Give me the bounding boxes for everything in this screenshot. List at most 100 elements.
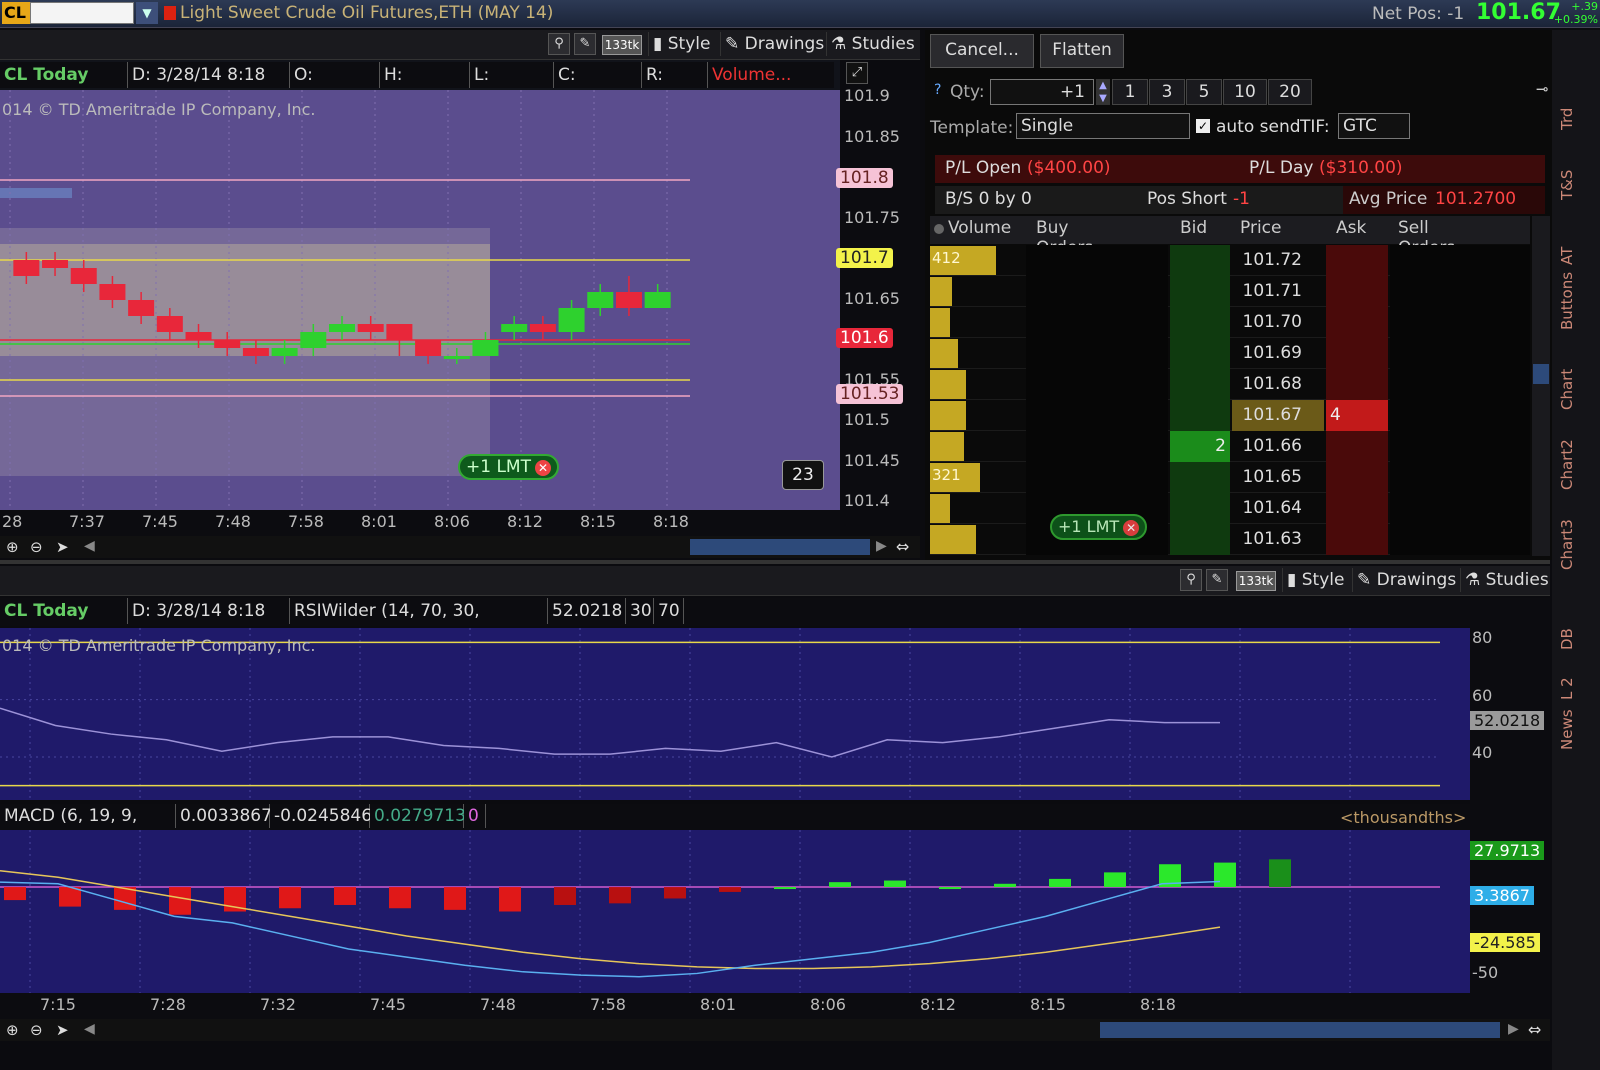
qty-preset-button[interactable]: 1 <box>1112 79 1148 105</box>
symbol-badge[interactable]: CL <box>2 2 30 24</box>
sell-orders-cell[interactable] <box>1390 400 1530 431</box>
sell-orders-cell[interactable] <box>1390 245 1530 276</box>
ladder-col-header[interactable]: Volume <box>948 218 1011 238</box>
macd-study-name[interactable]: MACD (6, 19, 9, EMA) <box>0 804 176 850</box>
tif-select[interactable]: GTC <box>1338 113 1410 139</box>
qty-preset-button[interactable]: 5 <box>1186 79 1222 105</box>
side-tab[interactable]: Chart2 <box>1558 439 1576 490</box>
rsi-study-name[interactable]: RSIWilder (14, 70, 30, CLOSE) <box>290 598 548 647</box>
style-menu-2[interactable]: ▮ Style <box>1282 568 1344 592</box>
working-order-label[interactable]: +1 LMT ✕ <box>458 454 559 480</box>
macd-chart[interactable] <box>0 830 1470 993</box>
side-tab[interactable]: T&S <box>1558 170 1576 200</box>
pointer-icon[interactable]: ➤ <box>56 538 69 556</box>
buy-orders-cell[interactable] <box>1026 276 1168 307</box>
fit-icon[interactable]: ⇔ <box>896 537 909 556</box>
auto-send-checkbox[interactable]: ✓ <box>1196 119 1210 133</box>
bid-cell[interactable] <box>1170 276 1230 307</box>
ladder-scroll-thumb[interactable] <box>1533 364 1549 384</box>
bid-cell[interactable] <box>1170 493 1230 524</box>
sell-orders-cell[interactable] <box>1390 276 1530 307</box>
bid-cell[interactable] <box>1170 524 1230 555</box>
zoom-in-icon[interactable]: ⊕ <box>6 538 19 556</box>
scroll-right-icon-2[interactable]: ▶ <box>1508 1021 1519 1037</box>
ask-cell[interactable]: 4 <box>1326 400 1388 431</box>
studies-menu-2[interactable]: ⚗ Studies <box>1460 568 1549 592</box>
bid-cell[interactable] <box>1170 307 1230 338</box>
side-tab[interactable]: Chart <box>1558 369 1576 410</box>
volume-link[interactable]: Volume... <box>708 62 834 88</box>
scroll-right-icon[interactable]: ▶ <box>876 538 887 554</box>
ladder-scrollbar[interactable] <box>1532 216 1550 556</box>
buy-orders-cell[interactable] <box>1026 400 1168 431</box>
lower-chart-scrollbar[interactable]: ⊕ ⊖ ➤ ◀ ▶ ⇔ <box>0 1019 1550 1041</box>
scroll-left-icon[interactable]: ◀ <box>84 538 95 554</box>
splitter[interactable] <box>0 560 1550 564</box>
qty-preset-button[interactable]: 3 <box>1149 79 1185 105</box>
bid-cell[interactable] <box>1170 462 1230 493</box>
qty-input[interactable]: +1 <box>990 79 1094 105</box>
buy-orders-cell[interactable] <box>1026 431 1168 462</box>
buy-orders-cell[interactable] <box>1026 245 1168 276</box>
sell-orders-cell[interactable] <box>1390 307 1530 338</box>
rsi-chart[interactable]: 014 © TD Ameritrade IP Company, Inc. <box>0 628 1470 800</box>
side-tab[interactable]: Buttons <box>1558 272 1576 330</box>
flatten-button[interactable]: Flatten <box>1040 34 1124 68</box>
ask-cell[interactable] <box>1326 524 1388 555</box>
zoom-out-icon[interactable]: ⊖ <box>30 538 43 556</box>
ask-cell[interactable] <box>1326 245 1388 276</box>
help-icon[interactable]: ? <box>934 82 941 98</box>
studies-menu[interactable]: ⚗ Studies <box>826 32 915 56</box>
ask-cell[interactable] <box>1326 276 1388 307</box>
buy-orders-cell[interactable] <box>1026 338 1168 369</box>
ladder-col-header[interactable]: Price <box>1240 218 1281 238</box>
bid-cell[interactable]: 2 <box>1170 431 1230 462</box>
pointer-icon-2[interactable]: ➤ <box>56 1021 69 1039</box>
drawings-menu[interactable]: ✎ Drawings <box>720 32 824 56</box>
qty-spinner[interactable]: ▲ ▼ <box>1096 79 1110 105</box>
ask-cell[interactable] <box>1326 462 1388 493</box>
ask-cell[interactable] <box>1326 493 1388 524</box>
sell-orders-cell[interactable] <box>1390 369 1530 400</box>
sell-orders-cell[interactable] <box>1390 431 1530 462</box>
symbol-input[interactable] <box>30 2 134 24</box>
template-select[interactable]: Single <box>1016 113 1190 139</box>
chart-expand-icon[interactable]: ⤢ <box>846 62 868 84</box>
wrench-icon-2[interactable]: ✎ <box>1206 569 1228 591</box>
magnet-icon[interactable]: ⚲ <box>548 33 570 55</box>
ask-cell[interactable] <box>1326 338 1388 369</box>
drawings-menu-2[interactable]: ✎ Drawings <box>1352 568 1456 592</box>
fit-icon-2[interactable]: ⇔ <box>1528 1020 1541 1039</box>
side-tab[interactable]: L 2 <box>1558 677 1576 700</box>
scroll-left-icon-2[interactable]: ◀ <box>84 1021 95 1037</box>
symbol-dropdown-button[interactable]: ▼ <box>136 2 158 24</box>
bid-cell[interactable] <box>1170 245 1230 276</box>
price-chart[interactable]: 014 © TD Ameritrade IP Company, Inc. +1 … <box>0 90 840 510</box>
qty-preset-button[interactable]: 10 <box>1223 79 1267 105</box>
pin-icon[interactable]: ⊸ <box>1536 80 1549 98</box>
magnet-icon-2[interactable]: ⚲ <box>1180 569 1202 591</box>
bid-cell[interactable] <box>1170 400 1230 431</box>
buy-orders-cell[interactable] <box>1026 462 1168 493</box>
ask-cell[interactable] <box>1326 307 1388 338</box>
tick-aggregation-button[interactable]: 133tk <box>602 35 642 55</box>
buy-orders-cell[interactable] <box>1026 369 1168 400</box>
sell-orders-cell[interactable] <box>1390 524 1530 555</box>
tick-aggregation-button-2[interactable]: 133tk <box>1236 571 1276 591</box>
sell-orders-cell[interactable] <box>1390 493 1530 524</box>
ask-cell[interactable] <box>1326 369 1388 400</box>
qty-preset-button[interactable]: 20 <box>1268 79 1312 105</box>
style-menu[interactable]: ▮ Style <box>648 32 710 56</box>
buy-orders-cell[interactable] <box>1026 307 1168 338</box>
sell-orders-cell[interactable] <box>1390 338 1530 369</box>
bid-cell[interactable] <box>1170 338 1230 369</box>
zoom-out-icon-2[interactable]: ⊖ <box>30 1021 43 1039</box>
side-tab[interactable]: AT <box>1558 247 1576 265</box>
cancel-button[interactable]: Cancel... <box>930 34 1034 68</box>
chart-scrollbar[interactable]: ⊕ ⊖ ➤ ◀ ▶ ⇔ <box>0 536 920 558</box>
side-tab[interactable]: News <box>1558 709 1576 750</box>
scroll-thumb[interactable] <box>690 539 870 555</box>
ladder-working-order[interactable]: +1 LMT ✕ <box>1050 514 1148 540</box>
sell-orders-cell[interactable] <box>1390 462 1530 493</box>
side-tab[interactable]: Trd <box>1558 108 1576 130</box>
